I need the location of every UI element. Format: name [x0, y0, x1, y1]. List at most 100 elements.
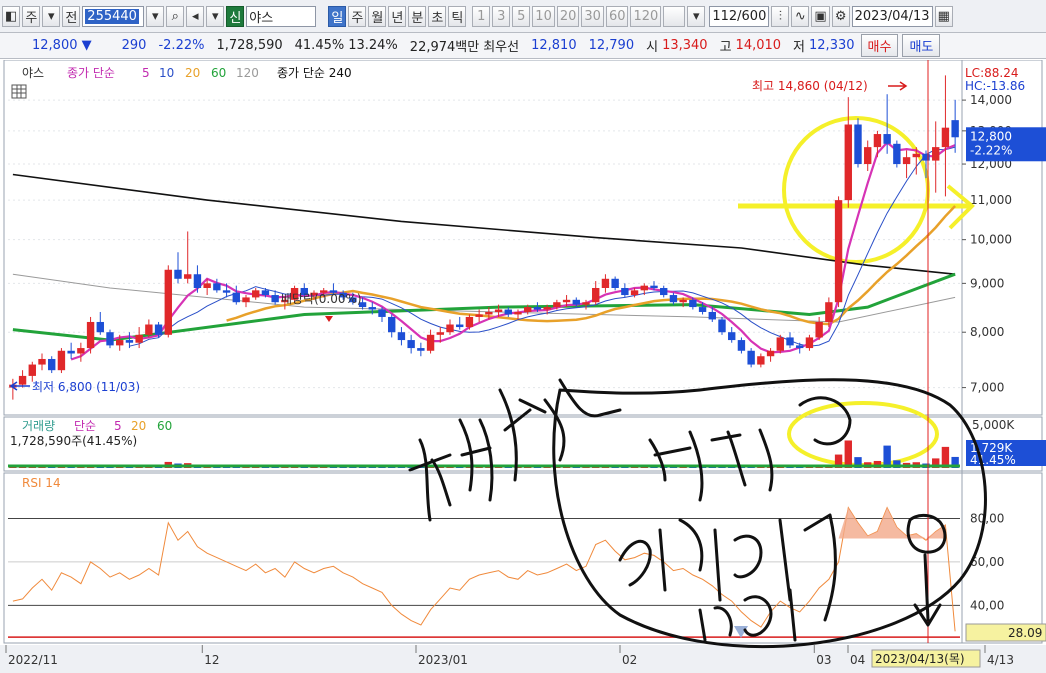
candle-body — [941, 127, 950, 148]
view-select[interactable]: 전 — [62, 5, 81, 27]
buy-button[interactable]: 매수 — [860, 34, 899, 57]
candle-body — [805, 337, 814, 349]
volume-info: 1,728,590주(41.45%) — [10, 434, 137, 448]
data-table-icon[interactable] — [11, 84, 27, 99]
interval-tab-3[interactable]: 3 — [492, 5, 511, 27]
candle-body — [611, 278, 619, 288]
candle-body — [222, 290, 231, 293]
candle-body — [18, 375, 27, 385]
x-axis-label: 02 — [622, 653, 637, 667]
candle-body — [679, 299, 687, 303]
rsi-tick-label: 80,00 — [970, 511, 1004, 525]
stock-code-input[interactable]: 255440 — [82, 5, 145, 27]
candle-body — [252, 290, 260, 298]
interval-extra-button[interactable] — [663, 5, 686, 27]
interval-tab-10[interactable]: 10 — [532, 5, 555, 27]
candle-body — [271, 295, 279, 303]
save-icon[interactable]: ▣ — [811, 5, 830, 27]
open-price: 13,340 — [662, 38, 708, 53]
count-field[interactable]: 112/600 — [709, 5, 770, 27]
type-dropdown-icon[interactable]: ▾ — [42, 5, 61, 27]
lc-value: LC:88.24 — [965, 66, 1018, 80]
candle-body — [698, 307, 707, 312]
period-tab-1[interactable]: 주 — [348, 5, 367, 27]
candle-body — [96, 321, 104, 333]
search-icon[interactable]: ⌕ — [166, 5, 185, 27]
volume-legend-ma20: 20 — [131, 419, 146, 433]
calendar-icon[interactable]: ▦ — [934, 5, 953, 27]
current-volume-pct: 41.45% — [970, 453, 1016, 467]
candle-body — [669, 295, 678, 303]
candle-body — [757, 356, 765, 365]
candle-body — [533, 307, 542, 310]
candle-body — [426, 334, 435, 351]
interval-tab-30[interactable]: 30 — [581, 5, 604, 27]
candle-body — [184, 274, 192, 279]
period-tab-6[interactable]: 틱 — [448, 5, 467, 27]
candle-body — [572, 299, 580, 305]
stock-name-field[interactable]: 야스 — [246, 5, 317, 27]
candle-body — [766, 350, 775, 357]
volume-legend-ma5: 5 — [114, 419, 122, 433]
chart-menu-icon[interactable]: ◧ — [2, 5, 21, 27]
high-price: 14,010 — [735, 38, 782, 53]
candle-body — [417, 348, 425, 351]
interval-dropdown-icon[interactable]: ▾ — [687, 5, 706, 27]
candle-body — [164, 269, 172, 335]
code-dropdown-icon[interactable]: ▾ — [146, 5, 165, 27]
volume-bar — [844, 440, 852, 468]
count-value: 112 — [712, 8, 738, 24]
interval-tab-60[interactable]: 60 — [605, 5, 629, 27]
credit-tag[interactable]: 신 — [226, 5, 245, 27]
candle-body — [397, 332, 406, 341]
sell-button[interactable]: 매도 — [902, 34, 941, 57]
interval-tab-120[interactable]: 120 — [630, 5, 662, 27]
price-tick-label: 7,000 — [970, 381, 1004, 395]
period-tab-3[interactable]: 년 — [388, 5, 407, 27]
candle-body — [650, 285, 658, 288]
period-tab-5[interactable]: 초 — [428, 5, 447, 27]
sound-dropdown-icon[interactable]: ▾ — [206, 5, 225, 27]
candle-style-icon[interactable]: ⫶ — [771, 5, 790, 27]
legend-ma5: 5 — [142, 66, 150, 80]
candle-body — [592, 287, 600, 303]
candle-body — [776, 337, 784, 351]
candle-body — [553, 302, 561, 308]
interval-tab-20[interactable]: 20 — [556, 5, 580, 27]
quote-bar: 12,800 ▼ 290 -2.22% 1,728,590 41.45% 13.… — [0, 33, 1046, 59]
low-label: 저 — [793, 40, 806, 55]
candle-body — [135, 334, 143, 343]
candle-body — [873, 134, 882, 148]
interval-tab-5[interactable]: 5 — [512, 5, 531, 27]
volume-axis-label: 5,000K — [972, 418, 1015, 432]
x-axis-label: 2023/01 — [418, 653, 468, 667]
stock-code-value: 255440 — [85, 8, 139, 24]
legend-ma20: 20 — [185, 66, 200, 80]
period-tab-0[interactable]: 일 — [328, 5, 347, 27]
candle-body — [261, 290, 270, 296]
candle-body — [922, 153, 930, 161]
candle-body — [660, 287, 668, 296]
volume-legend-ma: 단순 — [74, 419, 96, 433]
legend-ma120: 120 — [236, 66, 259, 80]
low-note: 최저 6,800 (11/03) — [32, 380, 140, 394]
candle-body — [232, 292, 240, 303]
date-field[interactable]: 2023/04/13 — [851, 5, 933, 27]
candle-body — [582, 302, 590, 305]
candle-body — [125, 340, 134, 343]
candle-body — [77, 348, 85, 354]
x-axis-label: 03 — [816, 653, 831, 667]
interval-tab-1[interactable]: 1 — [472, 5, 491, 27]
chart-area[interactable]: 14,00013,00012,00011,00010,0009,0008,000… — [0, 60, 1046, 673]
candle-body — [864, 147, 872, 165]
candle-body — [145, 324, 153, 335]
period-tabs: 일주월년분초틱 — [328, 5, 468, 27]
type-select[interactable]: 주 — [22, 5, 41, 27]
drawing-tool-icon[interactable]: ∿ — [791, 5, 810, 27]
settings-gear-icon[interactable]: ⚙ — [831, 5, 850, 27]
period-tab-4[interactable]: 분 — [408, 5, 427, 27]
date-value: 2023/04/13 — [854, 8, 930, 24]
candle-body — [465, 316, 474, 328]
period-tab-2[interactable]: 월 — [368, 5, 387, 27]
sound-icon[interactable]: ◂ — [186, 5, 205, 27]
